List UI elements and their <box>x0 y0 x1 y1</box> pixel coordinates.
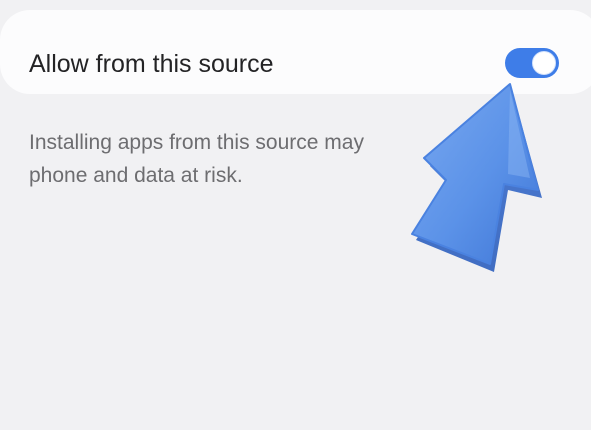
arrow-up-icon <box>411 83 542 272</box>
warning-line-2: phone and data at risk. <box>29 164 243 187</box>
settings-screen: Allow from this source Installing apps f… <box>0 0 591 430</box>
toggle-knob[interactable] <box>532 51 556 75</box>
security-warning-text: Installing apps from this source may pho… <box>29 126 419 192</box>
allow-source-label: Allow from this source <box>29 50 274 78</box>
warning-line-1: Installing apps from this source may <box>29 131 364 154</box>
